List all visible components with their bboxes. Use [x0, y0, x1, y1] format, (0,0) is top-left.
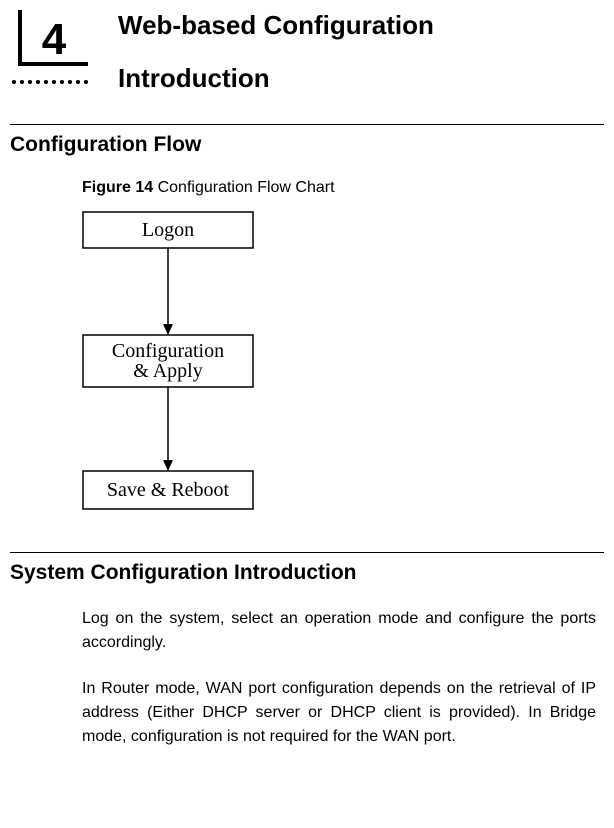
- body-paragraph: Log on the system, select an operation m…: [82, 607, 596, 655]
- figure-caption: Figure 14 Configuration Flow Chart: [82, 179, 596, 197]
- chapter-header: 4 Web-based Configuration Introduc: [10, 10, 604, 94]
- section-heading-system: System Configuration Introduction: [10, 561, 604, 585]
- flow-node-logon: Logon: [142, 219, 194, 241]
- figure-label-text: Configuration Flow Chart: [153, 179, 334, 196]
- flow-node-config-line2: & Apply: [133, 360, 202, 382]
- chapter-number-badge: 4: [10, 10, 88, 88]
- flow-node-config-line1: Configuration: [112, 340, 224, 362]
- rule: [10, 124, 604, 125]
- chapter-title: Web-based Configuration: [118, 10, 604, 41]
- rule: [10, 552, 604, 553]
- body-paragraph: In Router mode, WAN port configuration d…: [82, 677, 596, 749]
- flow-chart: Logon Configuration & Apply Save & Reboo…: [82, 211, 596, 516]
- flow-node-save: Save & Reboot: [107, 479, 230, 501]
- section-heading-flow: Configuration Flow: [10, 133, 604, 157]
- chapter-subtitle: Introduction: [118, 63, 604, 94]
- chapter-number: 4: [42, 15, 67, 64]
- figure-label-number: Figure 14: [82, 179, 153, 196]
